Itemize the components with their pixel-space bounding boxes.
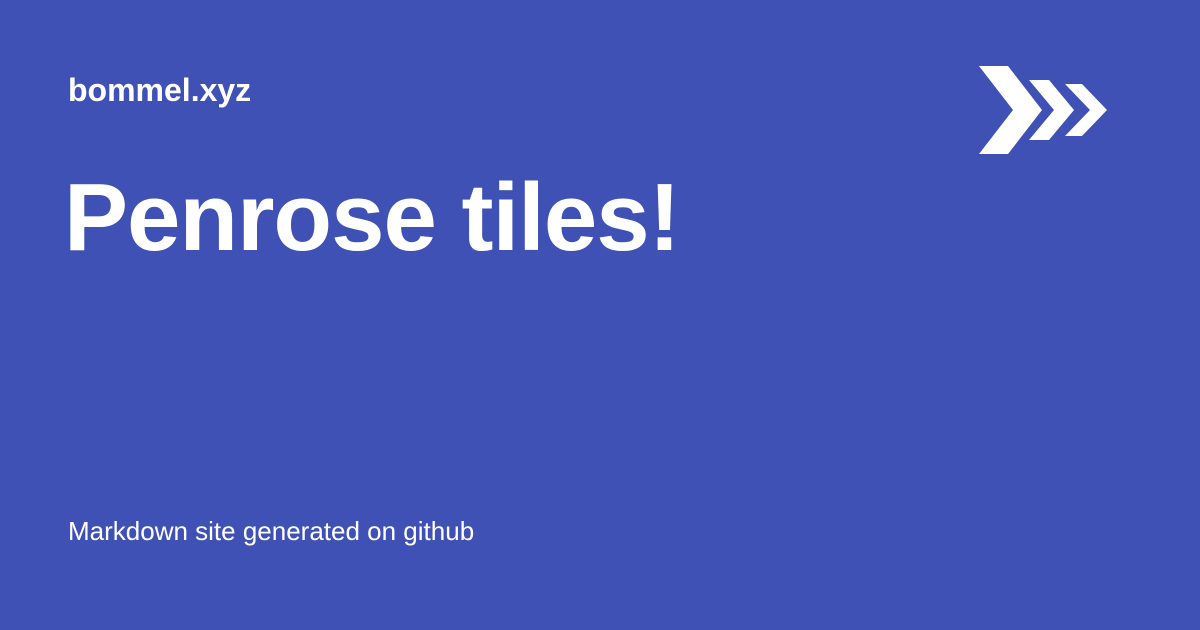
footer-text: Markdown site generated on github [68,516,475,546]
site-name: bommel.xyz [68,72,252,108]
social-card: bommel.xyz Penrose tiles! Markdown site … [0,0,1200,630]
chevron-large [979,66,1042,154]
chevron-arrows-icon [979,66,1107,154]
page-title: Penrose tiles! [64,164,681,271]
